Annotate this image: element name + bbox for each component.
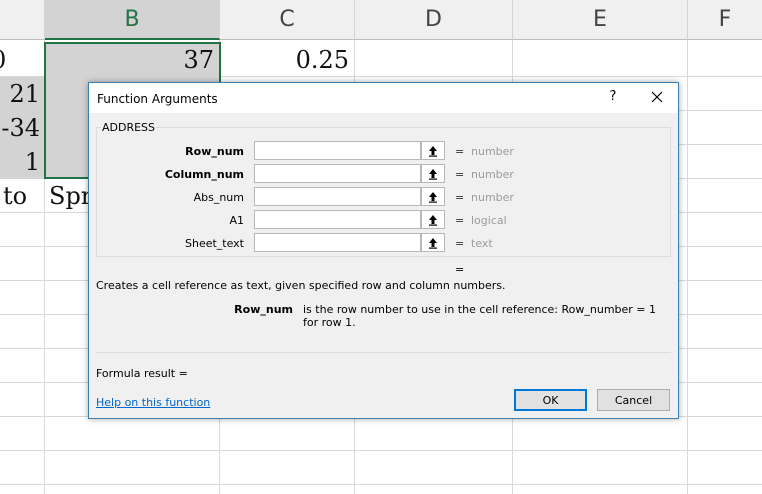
collapse-dialog-icon[interactable] [421, 233, 445, 252]
close-icon[interactable] [649, 89, 665, 105]
cell-a2[interactable]: 21 [0, 77, 44, 111]
dialog-title: Function Arguments [97, 92, 218, 106]
collapse-dialog-icon[interactable] [421, 210, 445, 229]
arg-equals: = [455, 214, 465, 227]
cell-a1[interactable]: 0 [0, 43, 44, 77]
arg-equals: = [455, 237, 465, 250]
column-header-d[interactable]: D [355, 0, 513, 40]
arg-label-sheet-text: Sheet_text [184, 237, 244, 250]
argument-description-name: Row_num [234, 303, 293, 316]
a1-input[interactable] [254, 210, 421, 229]
cancel-button[interactable]: Cancel [597, 389, 670, 411]
arg-label-abs-num: Abs_num [193, 191, 244, 204]
arg-type-column-num: number [471, 168, 514, 181]
arg-equals: = [455, 145, 465, 158]
arg-type-a1: logical [471, 214, 507, 227]
arg-label-column-num: Column_num [164, 168, 244, 181]
column-header-b[interactable]: B [45, 0, 220, 40]
gridline [0, 484, 762, 485]
function-arguments-dialog: Function Arguments ? ADDRESS Row_num = n… [88, 82, 679, 419]
column-num-input[interactable] [254, 164, 421, 183]
overall-result-equals: = [455, 263, 465, 276]
ok-button[interactable]: OK [514, 389, 587, 411]
arg-type-sheet-text: text [471, 237, 493, 250]
arg-label-row-num: Row_num [185, 145, 244, 158]
collapse-dialog-icon[interactable] [421, 141, 445, 160]
column-header-c[interactable]: C [220, 0, 355, 40]
divider [96, 352, 671, 353]
arg-equals: = [455, 191, 465, 204]
help-button[interactable]: ? [606, 89, 620, 105]
abs-num-input[interactable] [254, 187, 421, 206]
cell-a4[interactable]: 1 [0, 145, 44, 179]
arg-type-abs-num: number [471, 191, 514, 204]
column-header-e[interactable]: E [513, 0, 688, 40]
sheet-text-input[interactable] [254, 233, 421, 252]
column-header-f[interactable]: F [688, 0, 762, 40]
collapse-dialog-icon[interactable] [421, 187, 445, 206]
collapse-dialog-icon[interactable] [421, 164, 445, 183]
row-num-input[interactable] [254, 141, 421, 160]
gridline [687, 40, 688, 494]
arg-equals: = [455, 168, 465, 181]
column-header-a[interactable] [0, 0, 45, 40]
arg-type-row-num: number [471, 145, 514, 158]
function-name: ADDRESS [101, 121, 157, 134]
function-description: Creates a cell reference as text, given … [96, 279, 506, 292]
cell-c1[interactable]: 0.25 [220, 43, 354, 77]
dialog-titlebar[interactable]: Function Arguments ? [89, 83, 678, 113]
formula-result: Formula result = [96, 367, 188, 380]
arg-label-a1: A1 [229, 214, 244, 227]
help-on-function-link[interactable]: Help on this function [96, 396, 210, 409]
argument-description-text: is the row number to use in the cell ref… [303, 303, 657, 329]
cell-a3[interactable]: -34 [0, 111, 44, 145]
cell-a5[interactable]: to [0, 179, 44, 213]
gridline [0, 450, 762, 451]
